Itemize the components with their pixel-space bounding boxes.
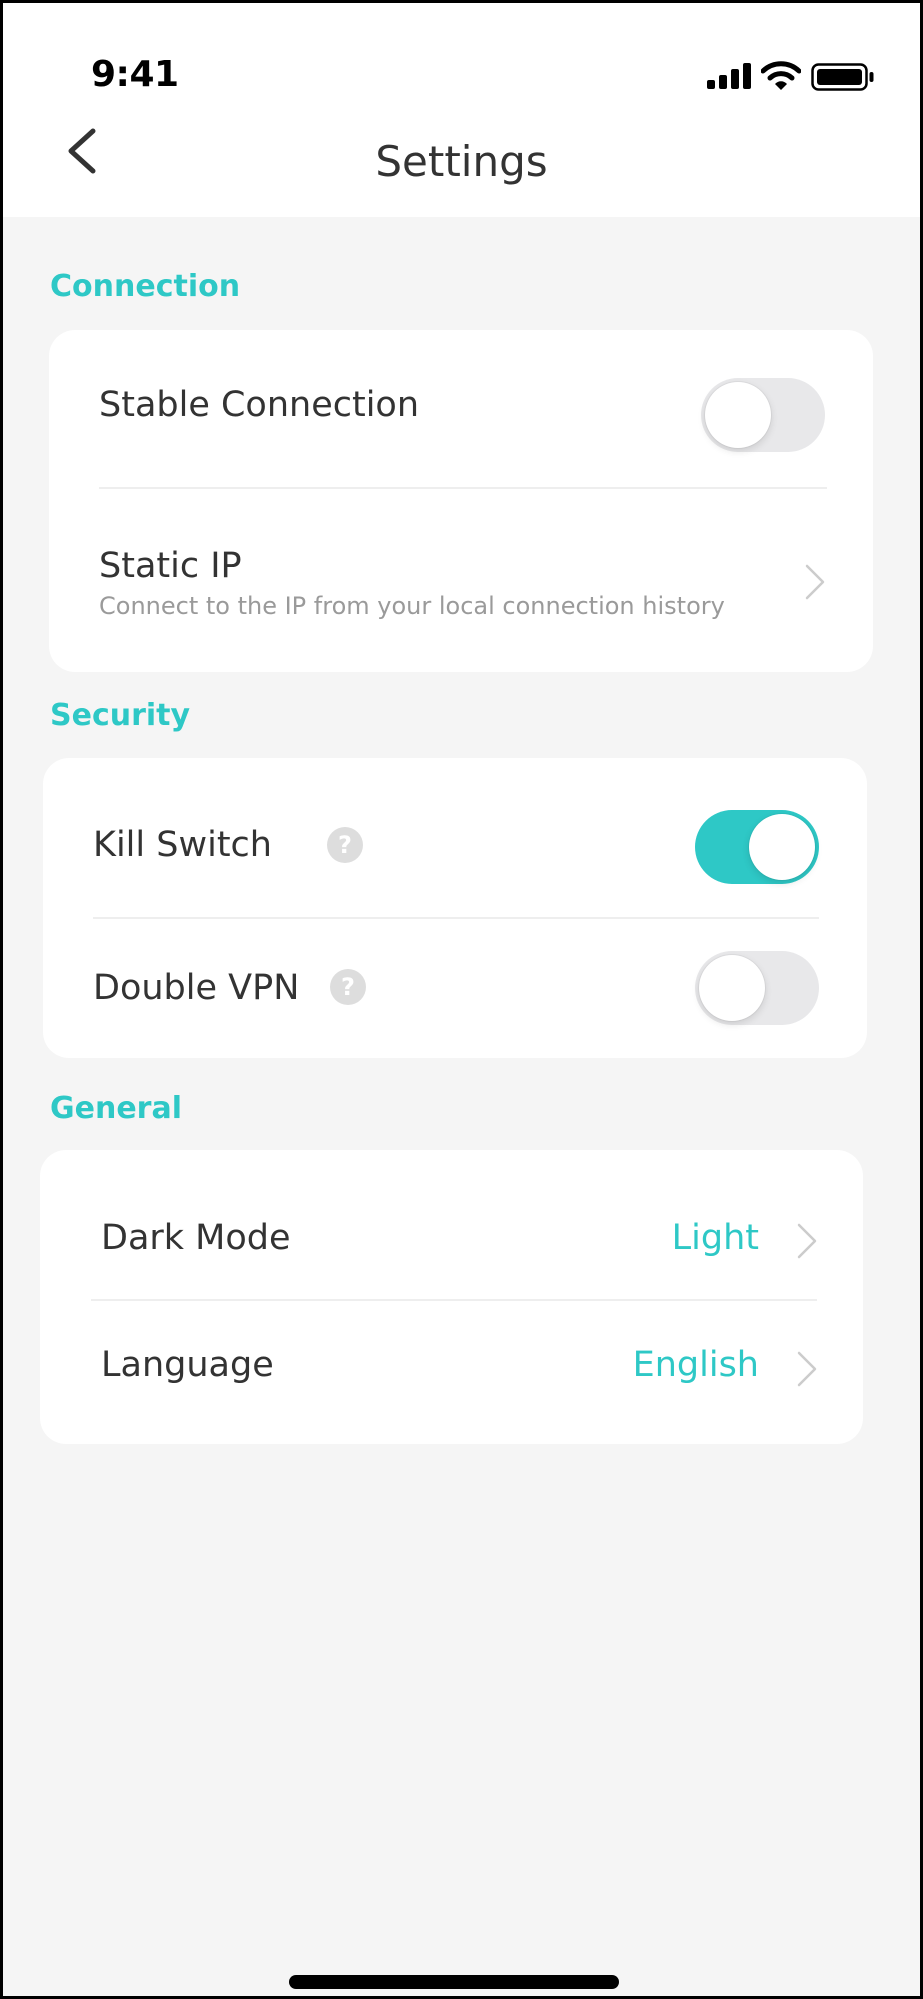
toggle-knob (699, 955, 765, 1021)
kill-switch-help-icon[interactable]: ? (327, 827, 363, 863)
chevron-right-icon (797, 1223, 817, 1259)
wifi-icon (761, 61, 801, 90)
stable-connection-label: Stable Connection (99, 385, 420, 425)
double-vpn-label: Double VPN (93, 968, 300, 1008)
status-icons (703, 59, 874, 91)
setting-row-static-ip[interactable]: Static IP Connect to the IP from your lo… (49, 490, 873, 672)
setting-row-double-vpn: Double VPN ? (43, 919, 867, 1058)
settings-screen: 9:41 Settings Connection Stable Connecti… (0, 0, 923, 1999)
page-title: Settings (375, 137, 548, 186)
security-card: Kill Switch ? Double VPN ? (43, 758, 867, 1058)
double-vpn-help-icon[interactable]: ? (330, 969, 366, 1005)
setting-row-dark-mode[interactable]: Dark Mode Light (40, 1150, 863, 1298)
language-label: Language (101, 1345, 274, 1385)
stable-connection-toggle[interactable] (701, 378, 825, 452)
chevron-right-icon (797, 1351, 817, 1387)
setting-row-stable-connection: Stable Connection (49, 330, 873, 486)
connection-card: Stable Connection Static IP Connect to t… (49, 330, 873, 672)
static-ip-subtitle: Connect to the IP from your local connec… (99, 592, 725, 620)
setting-row-language[interactable]: Language English (40, 1301, 863, 1444)
kill-switch-label: Kill Switch (93, 825, 272, 865)
section-label-connection: Connection (50, 269, 241, 304)
toggle-knob (749, 814, 815, 880)
section-label-security: Security (50, 698, 191, 733)
general-card: Dark Mode Light Language English (40, 1150, 863, 1444)
language-value: English (632, 1345, 759, 1385)
cellular-signal-icon (707, 63, 751, 89)
setting-row-kill-switch: Kill Switch ? (43, 758, 867, 916)
battery-icon (811, 63, 874, 91)
dark-mode-value: Light (671, 1218, 759, 1258)
double-vpn-toggle[interactable] (695, 951, 819, 1025)
static-ip-label: Static IP (99, 546, 242, 586)
section-label-general: General (50, 1091, 182, 1126)
dark-mode-label: Dark Mode (101, 1218, 291, 1258)
divider (99, 487, 827, 489)
toggle-knob (705, 382, 771, 448)
kill-switch-toggle[interactable] (695, 810, 819, 884)
home-indicator[interactable] (289, 1975, 619, 1989)
chevron-right-icon (805, 564, 825, 600)
header: 9:41 Settings (3, 3, 920, 217)
status-time: 9:41 (91, 54, 179, 95)
